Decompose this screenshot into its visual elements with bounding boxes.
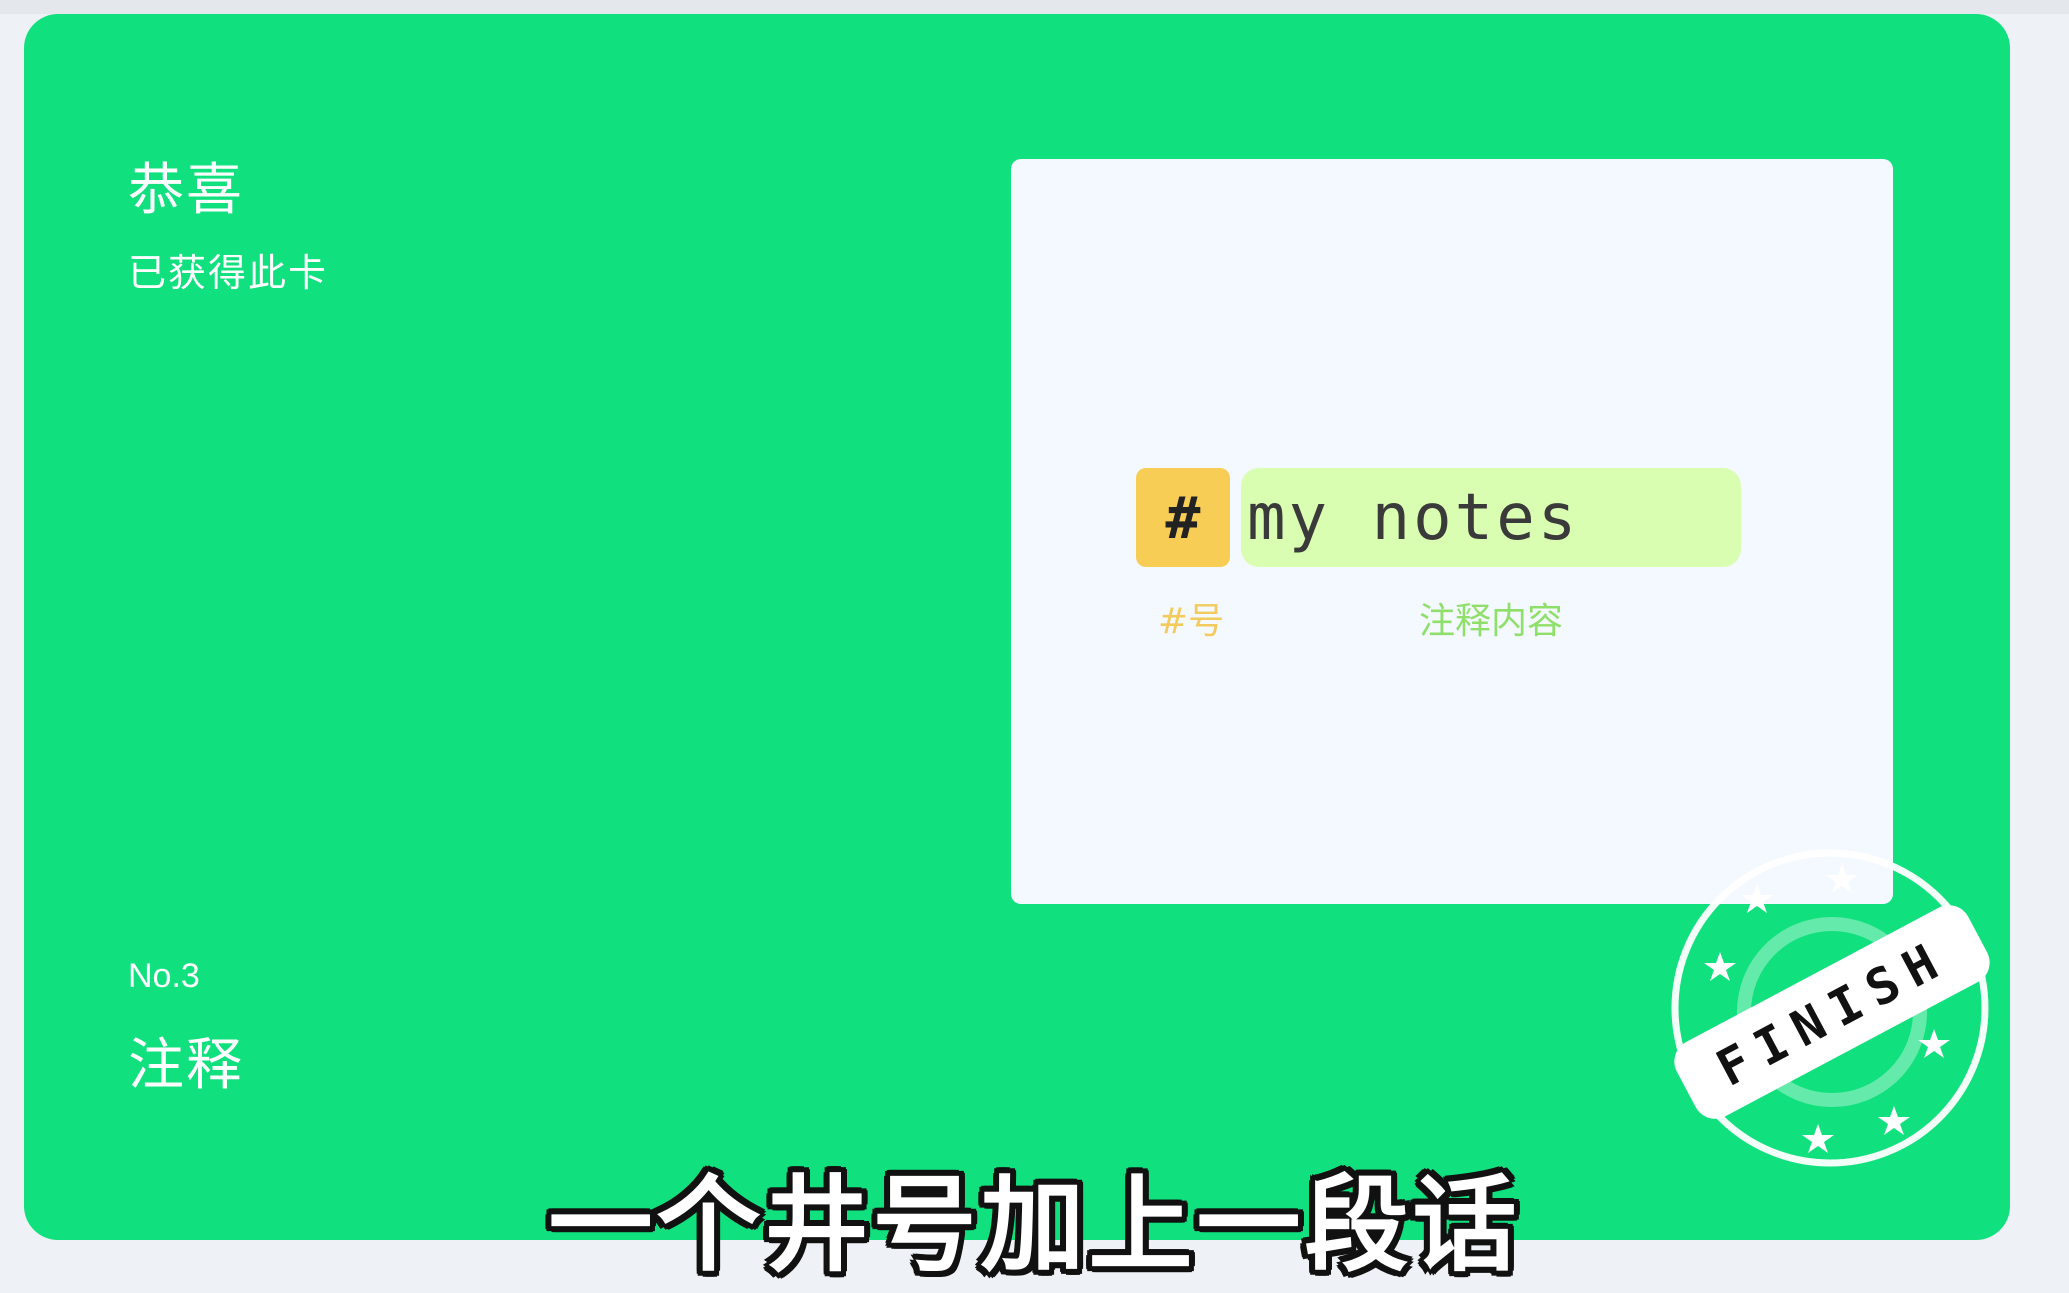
hash-caption: #号 — [1157, 601, 1225, 642]
congrats-subtitle: 已获得此卡 — [128, 251, 329, 295]
top-strip — [0, 0, 2069, 14]
stamp-star — [1826, 864, 1858, 893]
hash-symbol-box: # — [1136, 468, 1230, 567]
card-number: No.3 — [128, 957, 200, 995]
congrats-title: 恭喜 — [128, 158, 244, 223]
achievement-card: 恭喜 已获得此卡 # my notes #号 注释内容 No.3 注释 FINI… — [24, 14, 2010, 1240]
stamp-star — [1741, 884, 1773, 913]
note-text-box: my notes — [1241, 468, 1741, 567]
stamp-star — [1704, 952, 1736, 981]
example-preview-panel: # my notes #号 注释内容 — [1011, 159, 1893, 904]
stamp-star — [1802, 1124, 1834, 1153]
video-subtitle: 一个井号加上一段话 — [548, 1164, 1521, 1286]
note-caption: 注释内容 — [1418, 601, 1563, 642]
stamp-band: FINISH — [1674, 905, 1990, 1119]
card-name: 注释 — [128, 1033, 244, 1098]
finish-stamp-icon: FINISH — [1671, 849, 1990, 1167]
stamp-star — [1878, 1106, 1910, 1135]
